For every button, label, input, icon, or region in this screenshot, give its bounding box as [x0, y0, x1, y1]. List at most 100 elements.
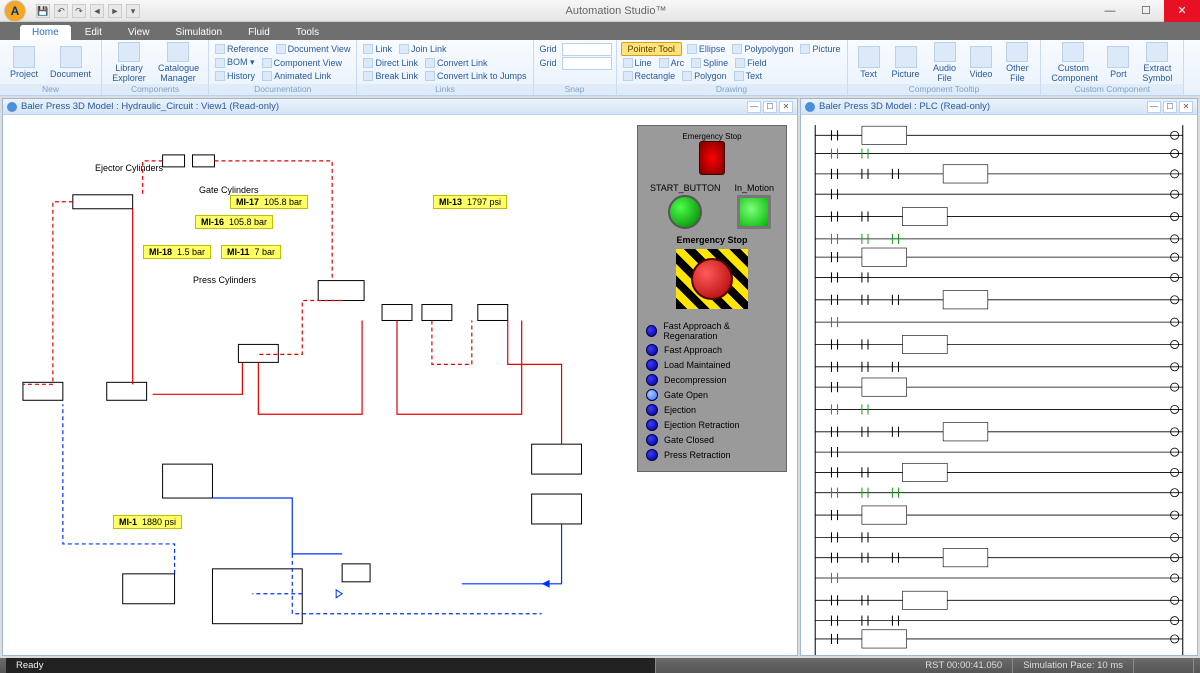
motion-label: In_Motion [734, 183, 774, 193]
history-button[interactable]: History [213, 71, 257, 81]
qat-save-icon[interactable]: 💾 [36, 4, 50, 18]
rectangle-button[interactable]: Rectangle [621, 71, 678, 81]
pane-min-button[interactable]: — [1147, 101, 1161, 113]
line-button[interactable]: Line [621, 58, 654, 68]
document-view-button[interactable]: Document View [274, 44, 353, 54]
snap-grid-x[interactable] [562, 43, 612, 56]
tooltip-video-button[interactable]: Video [964, 42, 999, 83]
ellipse-button[interactable]: Ellipse [685, 44, 728, 54]
direct-link-button[interactable]: Direct Link [361, 58, 420, 68]
snap-grid-y[interactable] [562, 57, 612, 70]
start-button[interactable] [668, 195, 702, 229]
status-label: Load Maintained [664, 360, 731, 370]
status-row: Ejection [646, 404, 778, 416]
tab-simulation[interactable]: Simulation [163, 25, 234, 40]
document-icon [60, 46, 82, 68]
audio-icon [934, 42, 956, 62]
new-document-button[interactable]: Document [44, 42, 97, 83]
polygon-button[interactable]: Polygon [680, 71, 729, 81]
tooltip-text-button[interactable]: Text [852, 42, 886, 83]
status-lamp [646, 374, 658, 386]
status-rst: RST 00:00:41.050 [915, 658, 1013, 673]
custom-component-button[interactable]: Custom Component [1045, 42, 1101, 83]
press-label: Press Cylinders [193, 275, 256, 285]
pane-close-button[interactable]: ✕ [779, 101, 793, 113]
break-link-button[interactable]: Break Link [361, 71, 420, 81]
measurement-tag-mi-16[interactable]: MI-16 105.8 bar [195, 215, 273, 229]
tab-tools[interactable]: Tools [284, 25, 331, 40]
measurement-tag-mi-13[interactable]: MI-13 1797 psi [433, 195, 507, 209]
polypolygon-button[interactable]: Polypolygon [730, 44, 795, 54]
minimize-button[interactable]: — [1092, 0, 1128, 22]
animated-link-button[interactable]: Animated Link [260, 71, 333, 81]
plc-pane-titlebar[interactable]: Baler Press 3D Model : PLC (Read-only) —… [801, 99, 1197, 115]
close-button[interactable]: ✕ [1164, 0, 1200, 22]
pane-min-button[interactable]: — [747, 101, 761, 113]
qat-undo-icon[interactable]: ↶ [54, 4, 68, 18]
custom-icon [1062, 42, 1084, 62]
status-row: Decompression [646, 374, 778, 386]
status-pace: Simulation Pace: 10 ms [1013, 658, 1134, 673]
hydraulic-canvas[interactable]: Ejector Cylinders Gate Cylinders Press C… [3, 115, 797, 655]
pane-icon [805, 102, 815, 112]
pane-close-button[interactable]: ✕ [1179, 101, 1193, 113]
arc-button[interactable]: Arc [657, 58, 687, 68]
bom-button[interactable]: BOM ▾ [213, 57, 257, 68]
measurement-tag-mi-18[interactable]: MI-18 1.5 bar [143, 245, 211, 259]
tooltip-other-button[interactable]: Other File [998, 42, 1036, 83]
app-title: Automation Studio™ [140, 5, 1092, 17]
work-area: Baler Press 3D Model : Hydraulic_Circuit… [0, 96, 1200, 658]
status-row: Ejection Retraction [646, 419, 778, 431]
picture-button[interactable]: Picture [798, 44, 842, 54]
convert-link-button[interactable]: Convert Link [423, 58, 490, 68]
qat-back-icon[interactable]: ◄ [90, 4, 104, 18]
tab-home[interactable]: Home [20, 25, 71, 40]
plc-canvas[interactable] [801, 115, 1197, 655]
status-lamp [646, 434, 658, 446]
qat-more-icon[interactable]: ▾ [126, 4, 140, 18]
hydraulic-pane-titlebar[interactable]: Baler Press 3D Model : Hydraulic_Circuit… [3, 99, 797, 115]
port-button[interactable]: Port [1101, 42, 1135, 83]
join-link-button[interactable]: Join Link [397, 44, 449, 54]
component-view-button[interactable]: Component View [260, 58, 344, 68]
status-lamp [646, 359, 658, 371]
spline-button[interactable]: Spline [689, 58, 730, 68]
measurement-tag-mi-1[interactable]: MI-1 1880 psi [113, 515, 182, 529]
pointer-tool-button[interactable]: Pointer Tool [621, 42, 682, 56]
tooltip-audio-button[interactable]: Audio File [926, 42, 964, 83]
tab-fluid[interactable]: Fluid [236, 25, 282, 40]
extract-symbol-button[interactable]: Extract Symbol [1135, 42, 1179, 83]
reference-button[interactable]: Reference [213, 44, 271, 54]
catalogue-manager-button[interactable]: Catalogue Manager [152, 42, 204, 83]
new-project-button[interactable]: Project [4, 42, 44, 83]
field-button[interactable]: Field [733, 58, 769, 68]
plc-pane: Baler Press 3D Model : PLC (Read-only) —… [800, 98, 1198, 656]
status-row: Load Maintained [646, 359, 778, 371]
measurement-tag-mi-17[interactable]: MI-17 105.8 bar [230, 195, 308, 209]
estop-lamp-label: Emergency Stop [682, 132, 741, 141]
status-row: Fast Approach [646, 344, 778, 356]
status-tail [1134, 658, 1194, 673]
pane-max-button[interactable]: ☐ [763, 101, 777, 113]
pane-icon [7, 102, 17, 112]
status-row: Gate Open [646, 389, 778, 401]
link-button[interactable]: Link [361, 44, 394, 54]
estop-button[interactable] [691, 258, 733, 300]
ribbon-group-drawing: Pointer ToolEllipsePolypolygonPicture Li… [617, 40, 848, 95]
catalogue-icon [167, 42, 189, 62]
tab-view[interactable]: View [116, 25, 162, 40]
qat-redo-icon[interactable]: ↷ [72, 4, 86, 18]
qat-fwd-icon[interactable]: ► [108, 4, 122, 18]
project-icon [13, 46, 35, 68]
measurement-tag-mi-11[interactable]: MI-11 7 bar [221, 245, 281, 259]
convert-link-jumps-button[interactable]: Convert Link to Jumps [423, 71, 529, 81]
pane-max-button[interactable]: ☐ [1163, 101, 1177, 113]
library-explorer-button[interactable]: Library Explorer [106, 42, 152, 83]
status-row: Press Retraction [646, 449, 778, 461]
status-label: Ejection [664, 405, 696, 415]
tooltip-picture-button[interactable]: Picture [886, 42, 926, 83]
ribbon-group-tooltip: Text Picture Audio File Video Other File… [848, 40, 1042, 95]
maximize-button[interactable]: ☐ [1128, 0, 1164, 22]
text-button[interactable]: Text [732, 71, 765, 81]
tab-edit[interactable]: Edit [73, 25, 114, 40]
